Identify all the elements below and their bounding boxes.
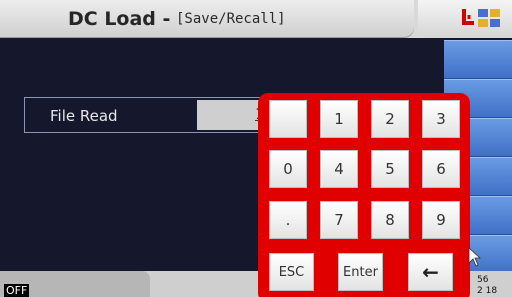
output-status-badge: OFF <box>4 284 30 297</box>
keypad-key-blank[interactable] <box>269 100 307 138</box>
app-screen: DC Load - [Save/Recall] File Read 1 OFF … <box>0 0 512 297</box>
backspace-button[interactable]: ← <box>408 253 453 291</box>
mouse-cursor-icon <box>468 247 482 267</box>
keypad-key-2[interactable]: 2 <box>371 100 409 138</box>
file-read-label: File Read <box>50 107 118 125</box>
keypad-key-8[interactable]: 8 <box>371 201 409 239</box>
clock-line-1: 56 <box>477 275 489 285</box>
page-title: DC Load - <box>68 8 171 30</box>
brand-logo-icon <box>462 9 500 27</box>
keypad-key-5[interactable]: 5 <box>371 150 409 188</box>
brand-panel <box>418 0 512 38</box>
esc-button[interactable]: ESC <box>269 253 314 291</box>
page-subtitle: [Save/Recall] <box>176 11 286 27</box>
keypad-key-1[interactable]: 1 <box>320 100 358 138</box>
soft-key-1[interactable] <box>444 40 512 79</box>
file-read-input[interactable]: 1 <box>197 100 267 130</box>
keypad-key-9[interactable]: 9 <box>422 201 460 239</box>
numeric-keypad: 1 2 3 0 4 5 6 . 7 8 9 ESC Enter ← <box>258 93 470 297</box>
keypad-key-4[interactable]: 4 <box>320 150 358 188</box>
keypad-key-0[interactable]: 0 <box>269 150 307 188</box>
keypad-key-7[interactable]: 7 <box>320 201 358 239</box>
clock-line-2: 2 18 <box>477 286 498 296</box>
keypad-key-3[interactable]: 3 <box>422 100 460 138</box>
title-bar: DC Load - [Save/Recall] <box>0 0 512 38</box>
enter-button[interactable]: Enter <box>338 253 383 291</box>
keypad-key-6[interactable]: 6 <box>422 150 460 188</box>
keypad-key-decimal[interactable]: . <box>269 201 307 239</box>
